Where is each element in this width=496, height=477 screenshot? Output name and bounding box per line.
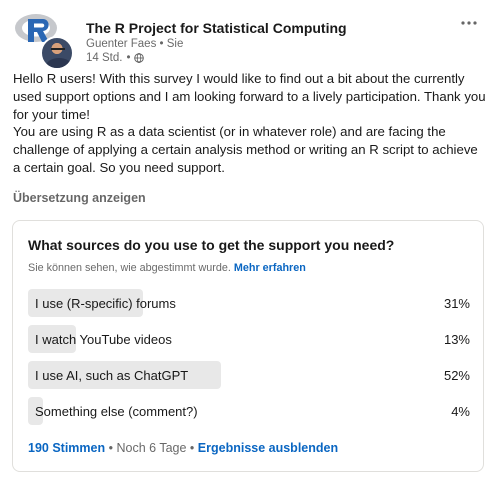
poll-info: Sie können sehen, wie abgestimmt wurde. … [28, 262, 306, 274]
post-header: The R Project for Statistical Computing … [12, 8, 484, 70]
post-meta: 14 Std. • [86, 52, 145, 64]
poll-option[interactable]: I watch YouTube videos 13% [28, 325, 473, 353]
post-time: 14 Std. [86, 52, 123, 64]
poll-card: What sources do you use to get the suppo… [12, 220, 484, 472]
poll-option-label: I watch YouTube videos [35, 332, 172, 347]
author-name[interactable]: Guenter Faes [86, 38, 156, 50]
poll-visibility-note: Sie können sehen, wie abgestimmt wurde. [28, 262, 231, 274]
post-paragraph: You are using R as a data scientist (or … [13, 124, 478, 175]
poll-remaining-time: Noch 6 Tage [116, 441, 187, 455]
author-relation: Sie [166, 38, 184, 50]
separator-dot: • [126, 52, 131, 64]
group-name-link[interactable]: The R Project for Statistical Computing [86, 20, 347, 36]
poll-question: What sources do you use to get the suppo… [28, 237, 395, 253]
author-line: Guenter Faes • Sie [86, 38, 183, 50]
poll-option-percent: 13% [443, 332, 470, 347]
poll-option[interactable]: I use AI, such as ChatGPT 52% [28, 361, 473, 389]
poll-option-percent: 52% [443, 368, 470, 383]
translate-link[interactable]: Übersetzung anzeigen [13, 191, 146, 205]
poll-option[interactable]: Something else (comment?) 4% [28, 397, 473, 425]
poll-option[interactable]: I use (R-specific) forums 31% [28, 289, 473, 317]
more-horizontal-icon [461, 21, 477, 25]
author-avatar[interactable] [40, 36, 74, 70]
poll-option-percent: 31% [443, 296, 470, 311]
poll-option-label: Something else (comment?) [35, 404, 198, 419]
separator-dot: • [189, 441, 198, 455]
poll-footer: 190 Stimmen • Noch 6 Tage • Ergebnisse a… [28, 441, 338, 455]
globe-icon [134, 53, 145, 63]
poll-option-label: I use (R-specific) forums [35, 296, 176, 311]
separator-dot: • [159, 38, 167, 50]
post-body: Hello R users! With this survey I would … [13, 70, 487, 177]
votes-count-link[interactable]: 190 Stimmen [28, 441, 105, 455]
learn-more-link[interactable]: Mehr erfahren [234, 262, 306, 274]
post-paragraph: Hello R users! With this survey I would … [13, 71, 486, 122]
poll-option-percent: 4% [451, 404, 470, 419]
hide-results-link[interactable]: Ergebnisse ausblenden [198, 441, 338, 455]
poll-option-label: I use AI, such as ChatGPT [35, 368, 189, 383]
more-options-button[interactable] [460, 14, 478, 32]
